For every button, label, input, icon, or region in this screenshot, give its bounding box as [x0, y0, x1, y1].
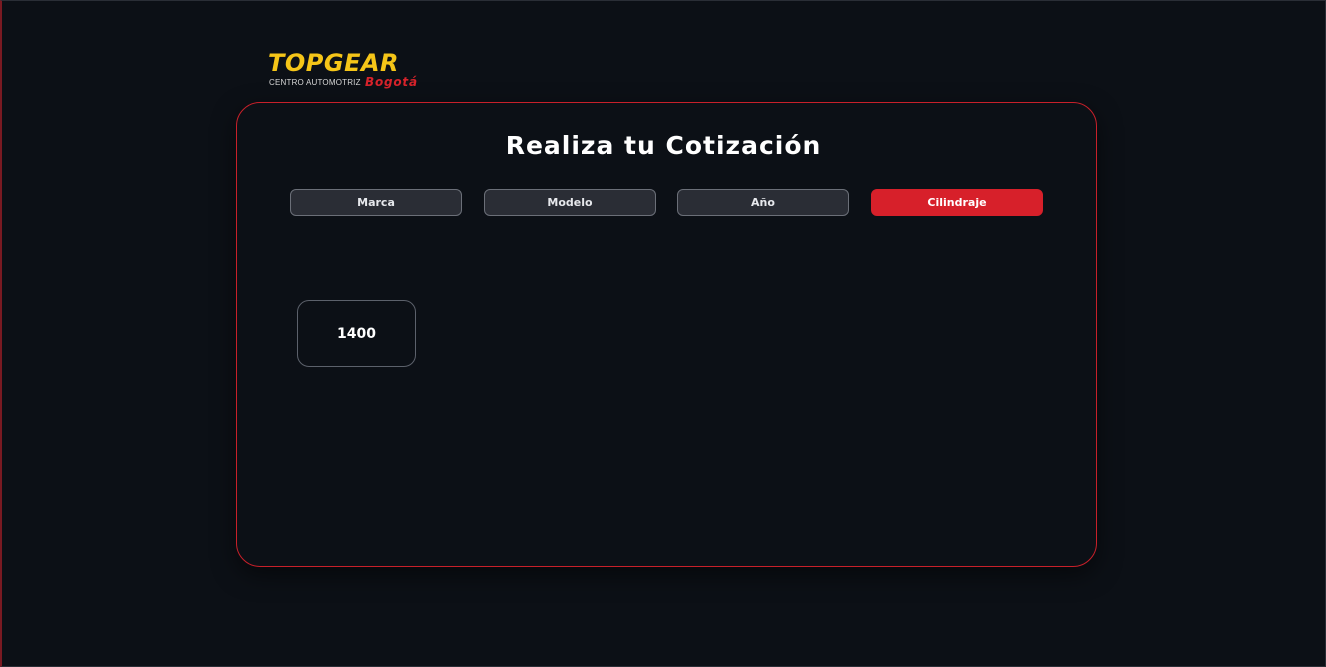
step-tab-modelo[interactable]: Modelo [484, 189, 656, 216]
topgear-logo[interactable]: TOPGEAR CENTRO AUTOMOTRIZ Bogotá [268, 49, 428, 93]
step-tab-ano[interactable]: Año [677, 189, 849, 216]
logo-subtitle: CENTRO AUTOMOTRIZ [269, 78, 361, 87]
step-tab-cilindraje[interactable]: Cilindraje [871, 189, 1043, 216]
logo-city: Bogotá [365, 75, 418, 89]
step-tab-marca[interactable]: Marca [290, 189, 462, 216]
option-cilindraje-1400[interactable]: 1400 [297, 300, 416, 367]
page-title: Realiza tu Cotización [505, 131, 822, 160]
logo-brand-name: TOPGEAR [268, 49, 400, 77]
